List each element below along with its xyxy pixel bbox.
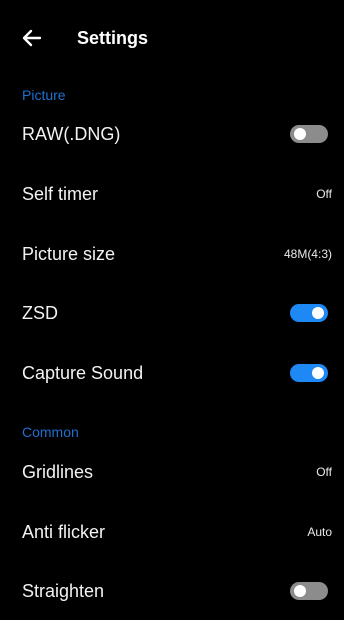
toggle-knob (312, 367, 324, 379)
setting-label: RAW(.DNG) (22, 124, 121, 144)
toggle-knob (312, 307, 324, 319)
setting-value: Off (316, 465, 332, 479)
back-button[interactable] (18, 24, 46, 52)
top-bar: Settings (0, 0, 344, 76)
setting-row-self-timer[interactable]: Self timer Off (0, 165, 344, 223)
back-arrow-icon (22, 29, 42, 47)
setting-label: ZSD (22, 303, 58, 323)
setting-label: Self timer (22, 184, 99, 204)
capture-sound-toggle[interactable] (290, 364, 328, 382)
setting-row-anti-flicker[interactable]: Anti flicker Auto (0, 503, 344, 561)
section-header-picture: Picture (22, 87, 66, 103)
setting-row-straighten[interactable]: Straighten (0, 562, 344, 620)
zsd-toggle[interactable] (290, 304, 328, 322)
straighten-toggle[interactable] (290, 582, 328, 600)
setting-label: Capture Sound (22, 363, 144, 383)
setting-row-picture-size[interactable]: Picture size 48M(4:3) (0, 225, 344, 283)
page-title: Settings (77, 28, 149, 48)
raw-dng-toggle[interactable] (290, 125, 328, 143)
setting-value: Off (316, 187, 332, 201)
section-header-common: Common (22, 424, 79, 440)
setting-value: 48M(4:3) (283, 247, 332, 261)
setting-row-zsd[interactable]: ZSD (0, 284, 344, 342)
setting-value: Auto (307, 525, 332, 539)
setting-label: Picture size (22, 244, 116, 264)
toggle-knob (294, 585, 306, 597)
setting-row-raw-dng[interactable]: RAW(.DNG) (0, 105, 344, 163)
setting-row-gridlines[interactable]: Gridlines Off (0, 443, 344, 501)
setting-label: Anti flicker (22, 522, 106, 542)
setting-label: Gridlines (22, 462, 94, 482)
setting-label: Straighten (22, 581, 105, 601)
toggle-knob (294, 128, 306, 140)
setting-row-capture-sound[interactable]: Capture Sound (0, 344, 344, 402)
